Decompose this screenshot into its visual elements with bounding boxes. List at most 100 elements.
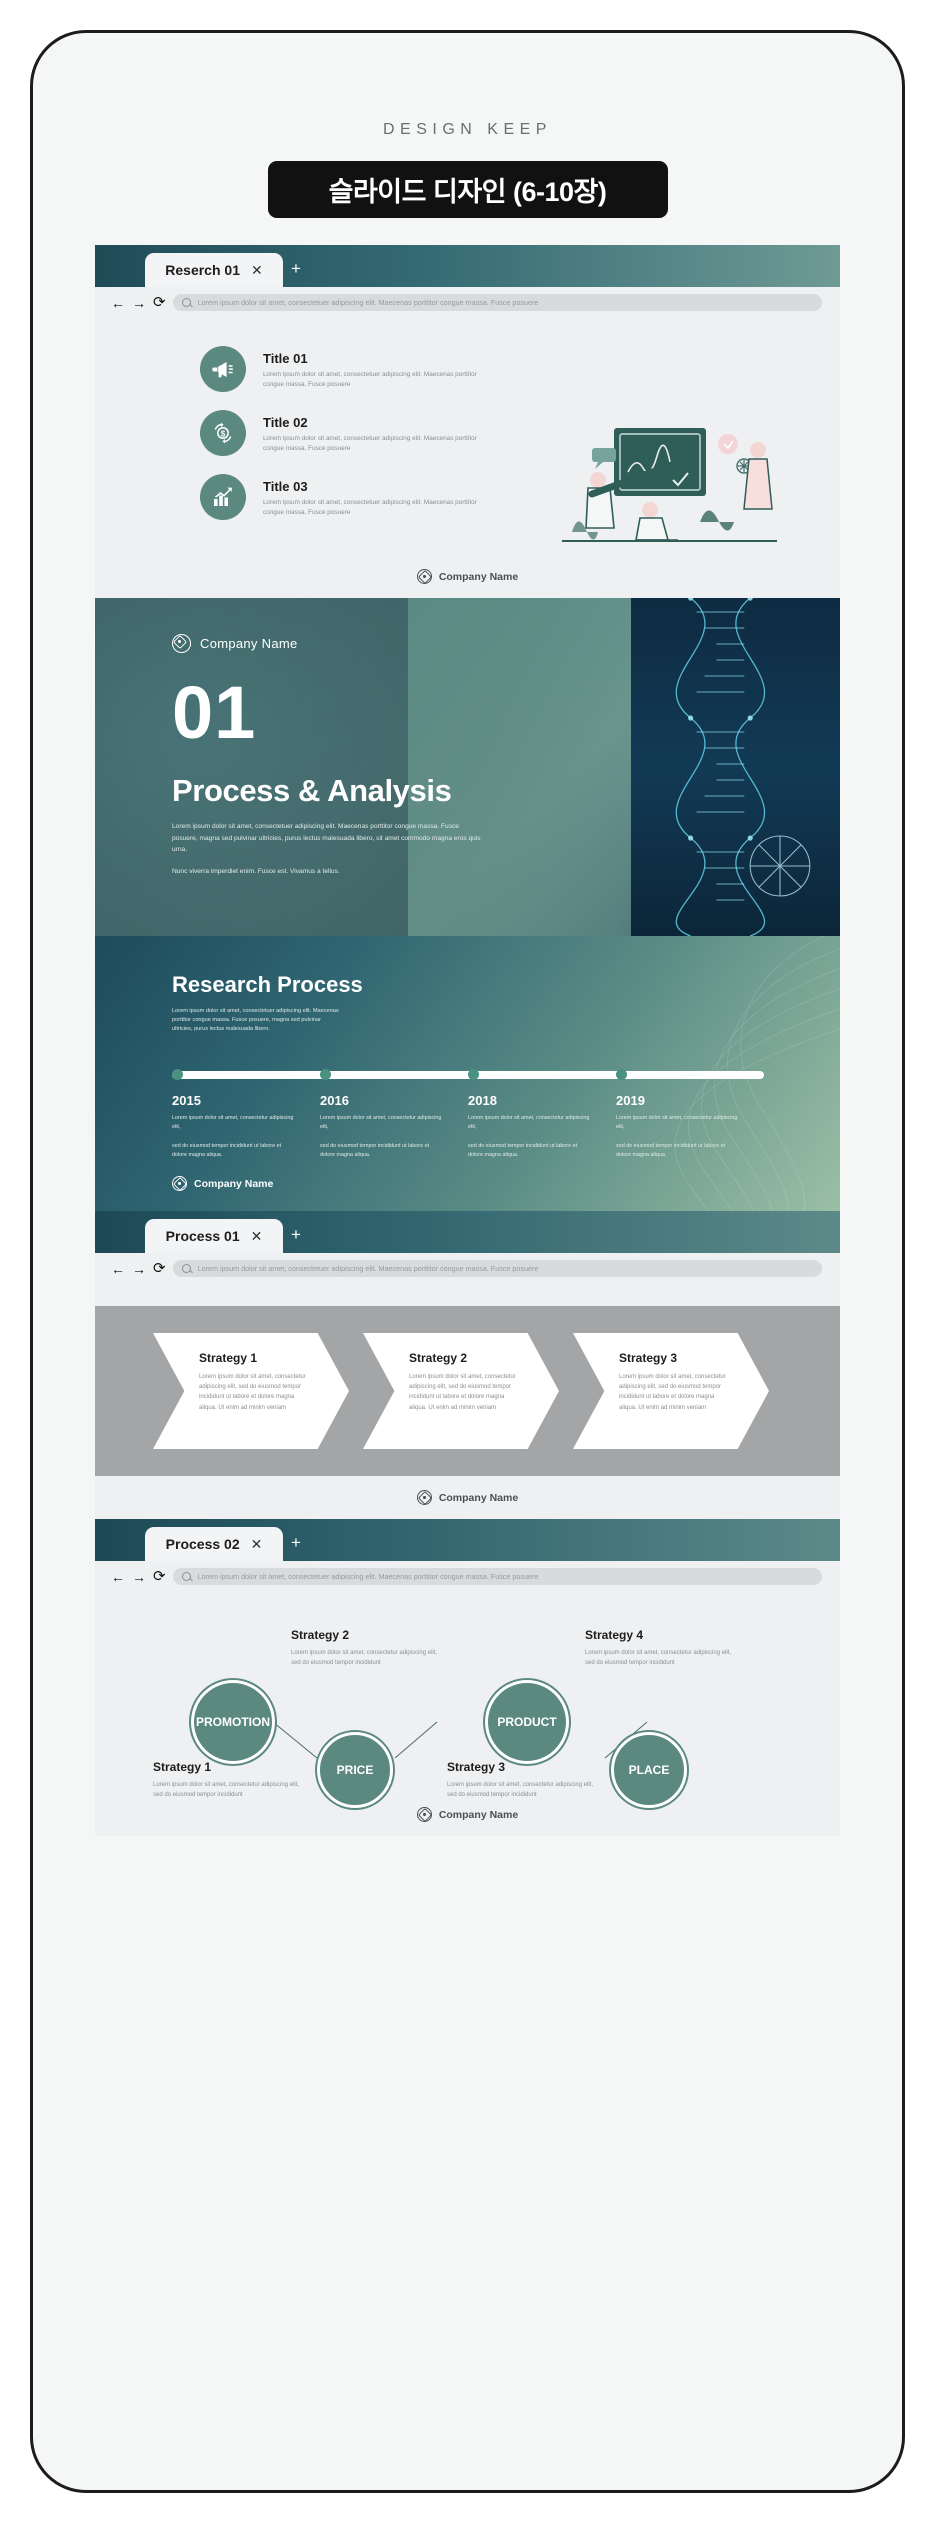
hero-body-p1: Lorem ipsum dolor sit amet, consectetuer… xyxy=(172,823,481,854)
address-input[interactable]: Lorem ipsum dolor sit amet, consectetuer… xyxy=(172,294,822,311)
hero-body-p2: Nunc viverra imperdiet enim. Fusce est. … xyxy=(172,867,340,875)
back-icon[interactable]: ← xyxy=(111,1262,125,1276)
milestone-text-2: sed do eiusmod tempor incididunt ut labo… xyxy=(468,1143,578,1159)
strategy-title: Strategy 4 xyxy=(585,1628,644,1642)
timeline-dot xyxy=(320,1069,331,1081)
timeline-milestones: 2015 Lorem ipsum dolor sit amet, consect… xyxy=(172,1093,764,1161)
slide-footer: Company Name xyxy=(95,1476,840,1519)
chevron-card: Strategy 2 Lorem ipsum dolor sit amet, c… xyxy=(363,1333,559,1449)
circle-label: PRODUCT xyxy=(497,1715,557,1729)
milestone-text-2: sed do eiusmod tempor incididunt ut labo… xyxy=(172,1143,282,1159)
strategy-title: Strategy 1 xyxy=(153,1760,212,1774)
timeline-bar xyxy=(172,1069,764,1081)
tab-reserch-01[interactable]: Reserch 01 ✕ xyxy=(145,253,283,287)
slide-top-gap xyxy=(95,1284,840,1306)
hero-body: Lorem ipsum dolor sit amet, consectetuer… xyxy=(172,821,482,877)
hero-company: Company Name xyxy=(172,634,840,653)
milestone-text-2: sed do eiusmod tempor incididunt ut labo… xyxy=(616,1143,726,1159)
company-name-label: Company Name xyxy=(438,1491,519,1504)
item-title: Title 01 xyxy=(263,351,308,366)
address-input[interactable]: Lorem ipsum dolor sit amet, consectetuer… xyxy=(172,1568,822,1585)
slide-strategy-chevrons: Strategy 1 Lorem ipsum dolor sit amet, c… xyxy=(95,1306,840,1476)
browser-window-process-02: Process 02 ✕ + ← → ⟳ Lorem ipsum dolor s… xyxy=(95,1519,840,1836)
chevron-body: Lorem ipsum dolor sit amet, consectetur … xyxy=(199,1374,306,1411)
item-body: Lorem ipsum dolor sit amet, consectetuer… xyxy=(263,371,477,388)
strategy-3-block: Strategy 3 Lorem ipsum dolor sit amet, c… xyxy=(447,1760,602,1800)
title-text-block: Title 01 Lorem ipsum dolor sit amet, con… xyxy=(263,346,478,390)
item-body: Lorem ipsum dolor sit amet, consectetuer… xyxy=(263,499,477,516)
strategy-title: Strategy 3 xyxy=(447,1760,506,1774)
tab-label: Process 01 xyxy=(165,1228,240,1244)
chevron-title: Strategy 2 xyxy=(409,1351,468,1365)
reload-icon[interactable]: ⟳ xyxy=(153,1569,166,1584)
milestone-year: 2019 xyxy=(616,1092,645,1108)
circle-promotion[interactable]: PROMOTION xyxy=(189,1678,277,1766)
hero-number: 01 xyxy=(172,671,257,754)
title-text-block: Title 02 Lorem ipsum dolor sit amet, con… xyxy=(263,410,478,454)
strategy-4-block: Strategy 4 Lorem ipsum dolor sit amet, c… xyxy=(585,1628,740,1668)
title-row: Title 03 Lorem ipsum dolor sit amet, con… xyxy=(200,474,500,520)
process-subtitle: Lorem ipsum dolor sit amet, consectetuer… xyxy=(172,1008,339,1033)
title-row: Title 01 Lorem ipsum dolor sit amet, con… xyxy=(200,346,500,392)
hero-title: Process & Analysis xyxy=(172,773,452,808)
urlbar-process-01: ← → ⟳ Lorem ipsum dolor sit amet, consec… xyxy=(95,1253,840,1284)
forward-icon[interactable]: → xyxy=(132,1570,146,1584)
new-tab-icon[interactable]: + xyxy=(291,1533,301,1553)
company-name-label: Company Name xyxy=(194,1177,274,1190)
timeline-dot xyxy=(616,1069,627,1081)
item-title: Title 02 xyxy=(263,415,308,430)
title-row: $ Title 02 Lorem ipsum dolor sit amet, c… xyxy=(200,410,500,456)
tabbar-process-01: Process 01 ✕ + xyxy=(95,1211,840,1253)
reload-icon[interactable]: ⟳ xyxy=(153,1261,166,1276)
milestone-text-1: Lorem ipsum dolor sit amet, consectetur … xyxy=(172,1114,294,1130)
close-icon[interactable]: ✕ xyxy=(251,1537,263,1551)
milestone-text-1: Lorem ipsum dolor sit amet, consectetur … xyxy=(468,1114,590,1130)
item-body: Lorem ipsum dolor sit amet, consectetuer… xyxy=(263,435,477,452)
company-name-label: Company Name xyxy=(438,570,519,583)
reload-icon[interactable]: ⟳ xyxy=(153,295,166,310)
slide-titles: Title 01 Lorem ipsum dolor sit amet, con… xyxy=(95,318,840,598)
company-footer: Company Name xyxy=(95,1490,840,1505)
milestone: 2018 Lorem ipsum dolor sit amet, consect… xyxy=(468,1093,616,1161)
page-title-chip: 슬라이드 디자인 (6-10장) xyxy=(267,161,668,218)
company-logo-icon xyxy=(172,634,191,653)
hero-content: Company Name 01 Process & Analysis Lorem… xyxy=(95,598,840,877)
forward-icon[interactable]: → xyxy=(132,296,146,310)
back-icon[interactable]: ← xyxy=(111,296,125,310)
close-icon[interactable]: ✕ xyxy=(251,263,263,277)
tab-process-02[interactable]: Process 02 ✕ xyxy=(145,1527,283,1561)
close-icon[interactable]: ✕ xyxy=(251,1229,263,1243)
tab-label: Process 02 xyxy=(165,1536,240,1552)
milestone-text-2: sed do eiusmod tempor incididunt ut labo… xyxy=(320,1143,430,1159)
address-input-value: Lorem ipsum dolor sit amet, consectetuer… xyxy=(197,1572,539,1581)
circle-label: PROMOTION xyxy=(196,1715,270,1729)
item-title: Title 03 xyxy=(263,479,308,494)
company-logo-icon xyxy=(172,1176,187,1191)
strategy-title: Strategy 2 xyxy=(291,1628,350,1642)
address-input[interactable]: Lorem ipsum dolor sit amet, consectetuer… xyxy=(172,1260,822,1277)
strategy-1-block: Strategy 1 Lorem ipsum dolor sit amet, c… xyxy=(153,1760,308,1800)
people-whiteboard-illustration xyxy=(532,414,802,559)
chevron-card: Strategy 1 Lorem ipsum dolor sit amet, c… xyxy=(153,1333,349,1449)
timeline-dot xyxy=(172,1069,183,1081)
process-title: Research Process xyxy=(172,972,363,997)
back-icon[interactable]: ← xyxy=(111,1570,125,1584)
circle-product[interactable]: PRODUCT xyxy=(483,1678,571,1766)
new-tab-icon[interactable]: + xyxy=(291,1225,301,1245)
milestone-text-1: Lorem ipsum dolor sit amet, consectetur … xyxy=(616,1114,738,1130)
device-frame: DESIGN KEEP 슬라이드 디자인 (6-10장) Reserch 01 … xyxy=(30,30,905,2493)
company-logo-icon xyxy=(416,1490,432,1505)
company-footer: Company Name xyxy=(172,1176,273,1191)
money-cycle-icon: $ xyxy=(200,410,246,456)
milestone-year: 2015 xyxy=(172,1092,201,1108)
circle-price[interactable]: PRICE xyxy=(315,1730,395,1810)
milestone: 2015 Lorem ipsum dolor sit amet, consect… xyxy=(172,1093,320,1161)
tab-process-01[interactable]: Process 01 ✕ xyxy=(145,1219,283,1253)
brand-label: DESIGN KEEP xyxy=(383,121,552,138)
circle-place[interactable]: PLACE xyxy=(609,1730,689,1810)
forward-icon[interactable]: → xyxy=(132,1262,146,1276)
megaphone-icon xyxy=(200,346,246,392)
growth-chart-icon xyxy=(200,474,246,520)
new-tab-icon[interactable]: + xyxy=(291,259,301,279)
